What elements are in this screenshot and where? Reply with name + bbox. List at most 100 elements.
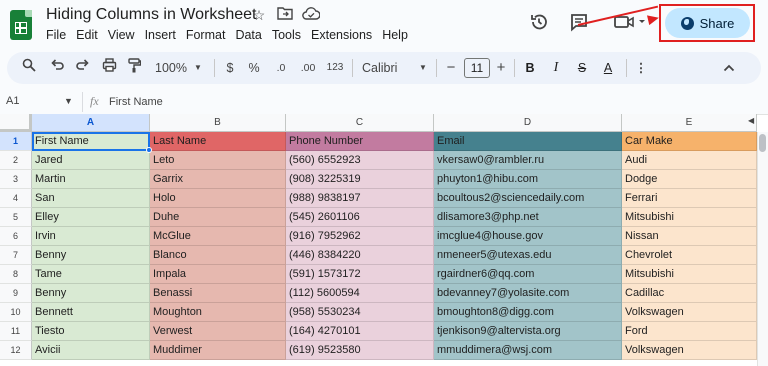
table-cell[interactable]: nmeneer5@utexas.edu — [434, 246, 622, 265]
table-cell[interactable]: Leto — [150, 151, 286, 170]
table-cell[interactable]: (560) 6552923 — [286, 151, 434, 170]
table-cell[interactable]: (958) 5530234 — [286, 303, 434, 322]
table-cell[interactable]: dlisamore3@php.net — [434, 208, 622, 227]
table-cell[interactable]: Mitsubishi — [622, 265, 757, 284]
folder-move-icon[interactable] — [276, 6, 294, 24]
table-cell[interactable]: Benny — [32, 246, 150, 265]
table-cell[interactable]: (446) 8384220 — [286, 246, 434, 265]
row-header[interactable]: 3 — [0, 170, 32, 189]
table-cell[interactable]: Irvin — [32, 227, 150, 246]
decrease-decimal-button[interactable]: .0 — [271, 58, 291, 78]
table-cell[interactable]: (591) 1573172 — [286, 265, 434, 284]
font-size-input[interactable]: 11 — [464, 58, 490, 78]
row-header[interactable]: 12 — [0, 341, 32, 360]
row-header[interactable]: 11 — [0, 322, 32, 341]
table-cell[interactable]: (908) 3225319 — [286, 170, 434, 189]
row-header[interactable]: 6 — [0, 227, 32, 246]
table-cell[interactable]: (112) 5600594 — [286, 284, 434, 303]
table-cell[interactable]: bdevanney7@yolasite.com — [434, 284, 622, 303]
table-cell[interactable]: Ferrari — [622, 189, 757, 208]
font-size-increase-icon[interactable]: + — [494, 58, 508, 78]
strikethrough-button[interactable]: S — [574, 58, 590, 78]
column-header-c[interactable]: C — [286, 114, 434, 132]
number-format-button[interactable]: 123 — [324, 58, 346, 78]
menu-extensions[interactable]: Extensions — [311, 28, 372, 42]
star-icon[interactable]: ☆ — [250, 6, 268, 24]
table-cell[interactable]: Holo — [150, 189, 286, 208]
header-cell[interactable]: Car Make — [622, 132, 757, 151]
row-header[interactable]: 10 — [0, 303, 32, 322]
menu-tools[interactable]: Tools — [272, 28, 301, 42]
table-cell[interactable]: Volkswagen — [622, 341, 757, 360]
table-cell[interactable]: bmoughton8@digg.com — [434, 303, 622, 322]
table-cell[interactable]: Dodge — [622, 170, 757, 189]
table-cell[interactable]: McGlue — [150, 227, 286, 246]
table-cell[interactable]: Volkswagen — [622, 303, 757, 322]
table-cell[interactable]: Blanco — [150, 246, 286, 265]
select-all-corner[interactable] — [0, 114, 32, 132]
bold-button[interactable]: B — [522, 58, 538, 78]
table-cell[interactable]: San — [32, 189, 150, 208]
italic-button[interactable]: I — [548, 58, 564, 78]
table-cell[interactable]: phuyton1@hibu.com — [434, 170, 622, 189]
row-header[interactable]: 7 — [0, 246, 32, 265]
menu-view[interactable]: View — [108, 28, 135, 42]
collapse-toolbar-icon[interactable] — [720, 58, 738, 78]
increase-decimal-button[interactable]: .00 — [297, 58, 319, 78]
row-header[interactable]: 2 — [0, 151, 32, 170]
header-cell[interactable]: Email — [434, 132, 622, 151]
fill-handle[interactable] — [146, 147, 152, 153]
header-cell[interactable]: Phone Number — [286, 132, 434, 151]
document-title[interactable]: Hiding Columns in Worksheet — [46, 6, 256, 24]
table-cell[interactable]: (988) 9838197 — [286, 189, 434, 208]
share-button[interactable]: Share — [665, 8, 750, 38]
vertical-scroll-thumb[interactable] — [759, 134, 766, 152]
table-cell[interactable]: bcoultous2@sciencedaily.com — [434, 189, 622, 208]
scroll-left-arrow-icon[interactable]: ◀ — [748, 116, 754, 125]
table-cell[interactable]: mmuddimera@wsj.com — [434, 341, 622, 360]
row-header[interactable]: 4 — [0, 189, 32, 208]
history-icon[interactable] — [528, 12, 550, 34]
table-cell[interactable]: (545) 2601106 — [286, 208, 434, 227]
font-select[interactable]: Calibri — [362, 58, 422, 78]
name-box[interactable]: A1 — [6, 95, 19, 107]
undo-icon[interactable] — [48, 58, 66, 78]
table-cell[interactable]: vkersaw0@rambler.ru — [434, 151, 622, 170]
name-box-caret-icon[interactable]: ▼ — [64, 96, 73, 106]
currency-format-button[interactable]: $ — [222, 58, 238, 78]
menu-data[interactable]: Data — [235, 28, 261, 42]
table-cell[interactable]: Ford — [622, 322, 757, 341]
column-header-a[interactable]: A — [32, 114, 150, 132]
table-cell[interactable]: (619) 9523580 — [286, 341, 434, 360]
table-cell[interactable]: Jared — [32, 151, 150, 170]
table-cell[interactable]: Benny — [32, 284, 150, 303]
table-cell[interactable]: Verwest — [150, 322, 286, 341]
table-cell[interactable]: Martin — [32, 170, 150, 189]
print-icon[interactable] — [100, 58, 118, 78]
table-cell[interactable]: Garrix — [150, 170, 286, 189]
zoom-caret-icon[interactable]: ▼ — [192, 58, 204, 78]
row-header[interactable]: 8 — [0, 265, 32, 284]
table-cell[interactable]: (164) 4270101 — [286, 322, 434, 341]
table-cell[interactable]: Duhe — [150, 208, 286, 227]
more-options-icon[interactable]: ⋮ — [634, 58, 648, 78]
table-cell[interactable]: Cadillac — [622, 284, 757, 303]
text-color-button[interactable]: A — [600, 58, 616, 78]
table-cell[interactable]: Avicii — [32, 341, 150, 360]
menu-format[interactable]: Format — [186, 28, 226, 42]
column-header-b[interactable]: B — [150, 114, 286, 132]
search-icon[interactable] — [20, 58, 38, 78]
redo-icon[interactable] — [74, 58, 92, 78]
table-cell[interactable]: imcglue4@house.gov — [434, 227, 622, 246]
row-header[interactable]: 5 — [0, 208, 32, 227]
column-header-d[interactable]: D — [434, 114, 622, 132]
table-cell[interactable]: tjenkison9@altervista.org — [434, 322, 622, 341]
cloud-status-icon[interactable] — [302, 6, 321, 24]
table-cell[interactable]: Impala — [150, 265, 286, 284]
menu-edit[interactable]: Edit — [76, 28, 98, 42]
table-cell[interactable]: rgairdner6@qq.com — [434, 265, 622, 284]
percent-format-button[interactable]: % — [246, 58, 262, 78]
row-header[interactable]: 1 — [0, 132, 32, 151]
table-cell[interactable]: Tiesto — [32, 322, 150, 341]
table-cell[interactable]: Moughton — [150, 303, 286, 322]
